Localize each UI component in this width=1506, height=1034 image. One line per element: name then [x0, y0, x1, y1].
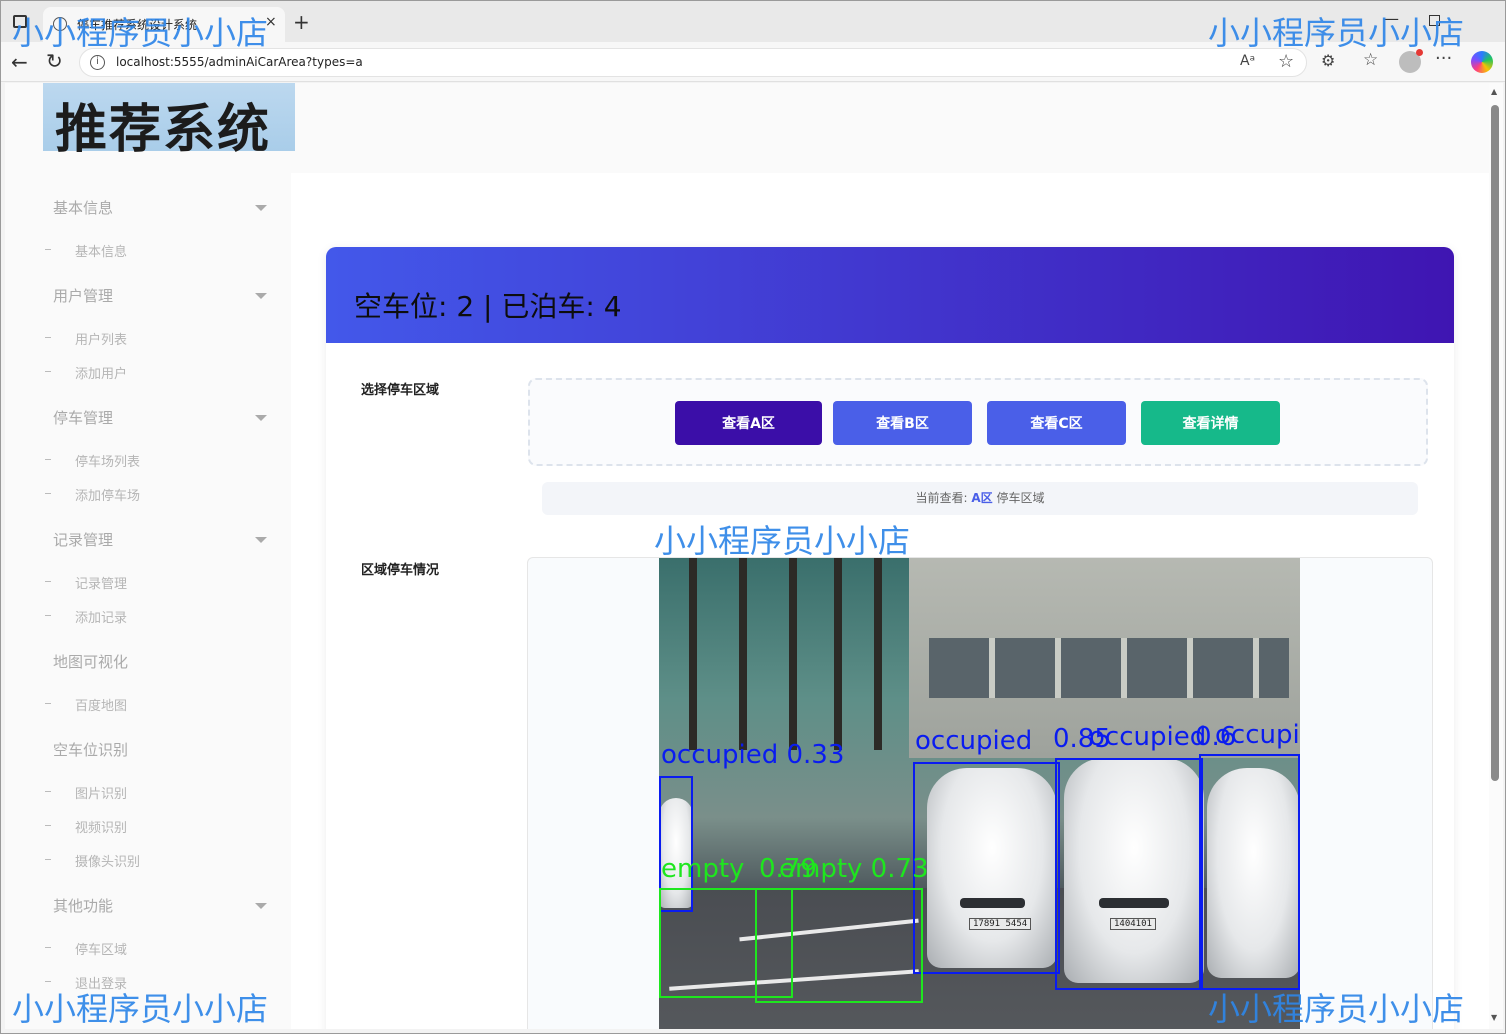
parking-area-card: 空车位: 2 | 已泊车: 4 选择停车区域 查看A区 查看B区 查看C区 查看…	[326, 247, 1454, 1029]
copilot-icon[interactable]	[1471, 51, 1493, 73]
read-aloud-icon[interactable]: Aᵃ	[1240, 53, 1255, 69]
sidebar-item-parking-area[interactable]: 停车区域	[75, 939, 127, 958]
sidebar-item-add-lot[interactable]: 添加停车场	[75, 485, 140, 504]
watermark: 小小程序员小小店	[12, 990, 269, 1028]
sidebar: 基本信息 基本信息 用户管理 用户列表 添加用户 停车管理 停车场列表 添加停车…	[5, 183, 291, 1029]
view-b-button[interactable]: 查看B区	[833, 401, 972, 445]
dash-icon	[45, 981, 51, 982]
view-details-button[interactable]: 查看详情	[1141, 401, 1280, 445]
sidebar-group-basic[interactable]: 基本信息	[53, 197, 113, 218]
area-button-group: 查看A区 查看B区 查看C区 查看详情	[528, 378, 1428, 466]
detection-box-empty	[755, 888, 923, 1003]
logo: 推荐系统	[43, 83, 295, 160]
dash-icon	[45, 249, 51, 250]
sidebar-item-baidu-map[interactable]: 百度地图	[75, 695, 127, 714]
detection-label: occupie	[1215, 720, 1300, 750]
dash-icon	[45, 371, 51, 372]
sidebar-item-basic-info[interactable]: 基本信息	[75, 241, 127, 260]
view-c-button[interactable]: 查看C区	[987, 401, 1126, 445]
page-title: 空车位: 2 | 已泊车: 4	[354, 290, 622, 323]
sidebar-item-camera-recognition[interactable]: 摄像头识别	[75, 851, 140, 870]
chevron-down-icon[interactable]	[255, 205, 267, 211]
watermark: 小小程序员小小店	[12, 14, 269, 52]
info-icon[interactable]: i	[90, 55, 105, 70]
sidebar-group-other[interactable]: 其他功能	[53, 895, 113, 916]
scrollbar-thumb[interactable]	[1491, 105, 1499, 781]
parking-detection-image: 17891 5454 1404101 occupied 0.33 occupie…	[659, 558, 1300, 1029]
status-label: 区域停车情况	[361, 563, 440, 578]
card-header: 空车位: 2 | 已泊车: 4	[326, 247, 1454, 343]
main-content: 空车位: 2 | 已泊车: 4 选择停车区域 查看A区 查看B区 查看C区 查看…	[291, 173, 1489, 1029]
sidebar-group-recognition[interactable]: 空车位识别	[53, 739, 128, 760]
current-prefix: 当前查看:	[915, 491, 968, 505]
sidebar-item-records[interactable]: 记录管理	[75, 573, 127, 592]
detection-box-occupied	[1055, 758, 1203, 990]
dash-icon	[45, 825, 51, 826]
sidebar-group-map[interactable]: 地图可视化	[53, 651, 128, 672]
sidebar-group-parking[interactable]: 停车管理	[53, 407, 113, 428]
dash-icon	[45, 459, 51, 460]
detection-label: occupied	[1089, 722, 1207, 752]
detection-image-box: 17891 5454 1404101 occupied 0.33 occupie…	[527, 557, 1433, 1029]
sidebar-group-records[interactable]: 记录管理	[53, 529, 113, 550]
url-text: localhost:5555/adminAiCarArea?types=a	[116, 55, 363, 69]
tree-trunk	[789, 558, 797, 750]
current-area-indicator: 当前查看: A区 停车区域	[542, 482, 1418, 515]
dash-icon	[45, 859, 51, 860]
watermark: 小小程序员小小店	[654, 522, 911, 560]
dash-icon	[45, 791, 51, 792]
chevron-down-icon[interactable]	[255, 415, 267, 421]
detection-label: empty	[661, 854, 745, 884]
logo-text: 推荐系统	[55, 99, 272, 160]
tree-trunk	[739, 558, 747, 750]
detection-box-occupied	[913, 762, 1060, 974]
dash-icon	[45, 615, 51, 616]
chevron-down-icon[interactable]	[255, 903, 267, 909]
select-area-label: 选择停车区域	[361, 383, 440, 398]
view-a-button[interactable]: 查看A区	[675, 401, 822, 445]
sidebar-item-user-list[interactable]: 用户列表	[75, 329, 127, 348]
scroll-down-icon[interactable]: ▼	[1491, 1013, 1497, 1022]
new-tab-icon[interactable]: +	[293, 10, 310, 34]
watermark: 小小程序员小小店	[1208, 14, 1465, 52]
tree-trunk	[834, 558, 842, 750]
chevron-down-icon[interactable]	[255, 293, 267, 299]
sidebar-item-add-user[interactable]: 添加用户	[75, 363, 127, 382]
profile-avatar-icon[interactable]	[1399, 49, 1423, 73]
current-suffix: 停车区域	[996, 491, 1045, 505]
detection-box-occupied	[1199, 754, 1300, 990]
watermark: 小小程序员小小店	[1208, 990, 1465, 1028]
sidebar-item-image-recognition[interactable]: 图片识别	[75, 783, 127, 802]
detection-label: occupied	[915, 726, 1033, 756]
chevron-down-icon[interactable]	[255, 537, 267, 543]
detection-label: occupied 0.33	[661, 740, 845, 770]
current-area-name: A区	[971, 491, 993, 505]
sidebar-item-add-record[interactable]: 添加记录	[75, 607, 127, 626]
detection-label: empty 0.73	[779, 854, 929, 884]
scroll-up-icon[interactable]: ▲	[1491, 87, 1497, 96]
sidebar-item-video-recognition[interactable]: 视频识别	[75, 817, 127, 836]
dash-icon	[45, 493, 51, 494]
tree-trunk	[689, 558, 697, 750]
dash-icon	[45, 337, 51, 338]
dash-icon	[45, 581, 51, 582]
dash-icon	[45, 947, 51, 948]
sidebar-item-lot-list[interactable]: 停车场列表	[75, 451, 140, 470]
star-icon[interactable]: ☆	[1278, 51, 1294, 72]
building-windows	[929, 638, 1289, 698]
tree-trunk	[874, 558, 882, 750]
sidebar-group-users[interactable]: 用户管理	[53, 285, 113, 306]
dash-icon	[45, 703, 51, 704]
